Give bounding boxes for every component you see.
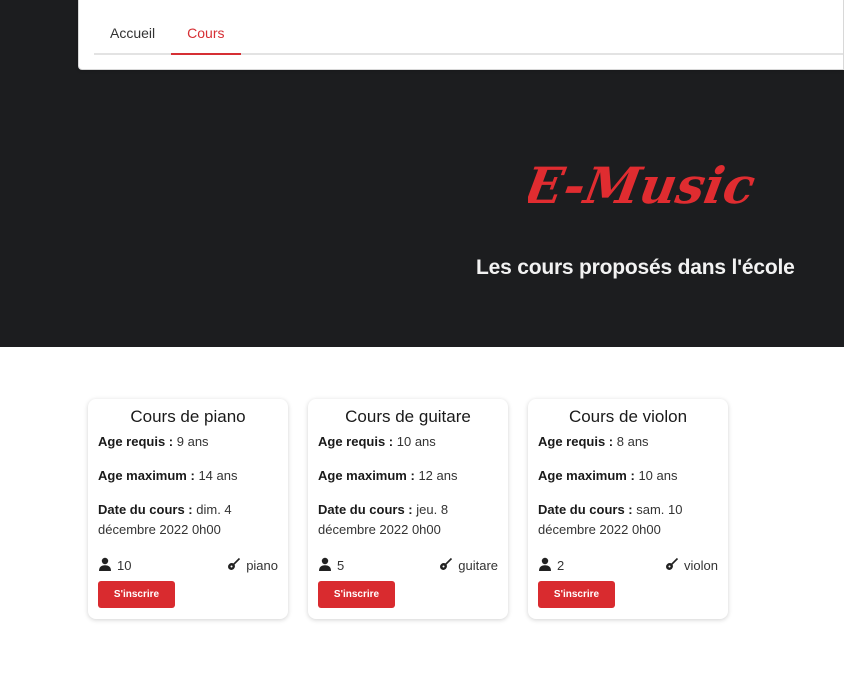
hero-subtitle: Les cours proposés dans l'école xyxy=(476,256,795,279)
age-maximum-value: 10 ans xyxy=(638,468,678,483)
age-required: Age requis : 9 ans xyxy=(98,432,278,452)
card-footer: 10 piano xyxy=(98,557,278,574)
course-date: Date du cours : jeu. 8 décembre 2022 0h0… xyxy=(318,500,498,540)
course-date-label: Date du cours : xyxy=(98,502,193,517)
user-icon xyxy=(538,557,552,574)
age-required-label: Age requis : xyxy=(98,434,174,449)
signup-button[interactable]: S'inscrire xyxy=(318,581,395,608)
course-date: Date du cours : sam. 10 décembre 2022 0h… xyxy=(538,500,718,540)
course-list: Cours de piano Age requis : 9 ans Age ma… xyxy=(88,399,728,619)
course-card-violon: Cours de violon Age requis : 8 ans Age m… xyxy=(528,399,728,619)
instrument: guitare xyxy=(439,557,498,574)
instrument-name: piano xyxy=(246,558,278,573)
age-maximum: Age maximum : 12 ans xyxy=(318,466,498,486)
age-maximum-label: Age maximum : xyxy=(318,468,415,483)
age-maximum: Age maximum : 10 ans xyxy=(538,466,718,486)
participants-count: 10 xyxy=(117,558,132,573)
tab-cours[interactable]: Cours xyxy=(171,14,241,55)
age-required: Age requis : 8 ans xyxy=(538,432,718,452)
age-required-value: 9 ans xyxy=(176,434,209,449)
age-required-value: 8 ans xyxy=(616,434,649,449)
age-maximum-value: 12 ans xyxy=(418,468,458,483)
instrument-name: guitare xyxy=(458,558,498,573)
card-footer: 2 violon xyxy=(538,557,718,574)
nav-tabs: Accueil Cours xyxy=(94,14,843,55)
participants: 10 xyxy=(98,557,131,574)
age-maximum-label: Age maximum : xyxy=(538,468,635,483)
age-required-label: Age requis : xyxy=(318,434,394,449)
age-required-label: Age requis : xyxy=(538,434,614,449)
participants: 5 xyxy=(318,557,344,574)
tab-accueil[interactable]: Accueil xyxy=(94,14,171,53)
logo-text: E-Music xyxy=(528,156,758,215)
card-footer: 5 guitare xyxy=(318,557,498,574)
course-title: Cours de piano xyxy=(130,407,246,426)
guitar-icon xyxy=(227,557,241,574)
instrument: violon xyxy=(665,557,718,574)
course-date: Date du cours : dim. 4 décembre 2022 0h0… xyxy=(98,500,278,540)
top-navbar: Accueil Cours xyxy=(78,0,844,70)
course-date-label: Date du cours : xyxy=(538,502,633,517)
user-icon xyxy=(318,557,332,574)
age-required: Age requis : 10 ans xyxy=(318,432,498,452)
guitar-icon xyxy=(665,557,679,574)
age-maximum-label: Age maximum : xyxy=(98,468,195,483)
course-card-guitare: Cours de guitare Age requis : 10 ans Age… xyxy=(308,399,508,619)
instrument-name: violon xyxy=(684,558,718,573)
instrument: piano xyxy=(227,557,278,574)
participants-count: 2 xyxy=(557,558,565,573)
age-maximum: Age maximum : 14 ans xyxy=(98,466,278,486)
course-card-piano: Cours de piano Age requis : 9 ans Age ma… xyxy=(88,399,288,619)
signup-button[interactable]: S'inscrire xyxy=(98,581,175,608)
e-music-logo: E-Music xyxy=(518,148,759,220)
guitar-icon xyxy=(439,557,453,574)
age-required-value: 10 ans xyxy=(396,434,436,449)
participants: 2 xyxy=(538,557,564,574)
course-title: Cours de guitare xyxy=(345,407,471,426)
user-icon xyxy=(98,557,112,574)
participants-count: 5 xyxy=(337,558,345,573)
course-date-label: Date du cours : xyxy=(318,502,413,517)
course-title: Cours de violon xyxy=(568,407,688,426)
signup-button[interactable]: S'inscrire xyxy=(538,581,615,608)
age-maximum-value: 14 ans xyxy=(198,468,238,483)
